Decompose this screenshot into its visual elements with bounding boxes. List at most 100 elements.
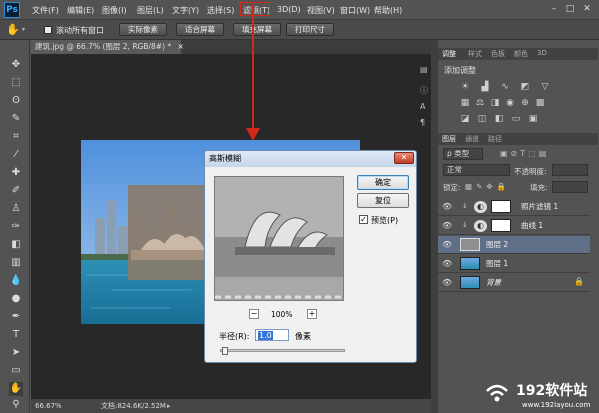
- dialog-close-icon[interactable]: ✕: [394, 152, 414, 164]
- hand-tool-icon[interactable]: ✋: [9, 382, 23, 396]
- posterize-icon[interactable]: ◫: [477, 114, 487, 124]
- properties-panel-icon[interactable]: ⓘ: [420, 85, 428, 96]
- history-panel-icon[interactable]: ▤: [420, 65, 428, 74]
- gradient-map-icon[interactable]: ▭: [511, 114, 521, 124]
- layer-row-background[interactable]: 👁 背景 🔒: [438, 274, 590, 292]
- tab-channels[interactable]: 通道: [465, 134, 479, 144]
- layer-row-layer-1[interactable]: 👁 图层 1: [438, 255, 590, 273]
- layer-filter-icons[interactable]: ▣⊘T⬚▤: [500, 149, 549, 158]
- move-tool-icon[interactable]: ✥: [9, 58, 23, 72]
- gradient-tool-icon[interactable]: ▥: [9, 256, 23, 270]
- menu-select[interactable]: 选择(S): [207, 5, 234, 16]
- path-select-tool-icon[interactable]: ➤: [9, 346, 23, 360]
- color-balance-icon[interactable]: ⚖: [475, 98, 485, 108]
- blur-tool-icon[interactable]: 💧: [9, 274, 23, 288]
- visibility-eye-icon[interactable]: 👁: [442, 240, 452, 249]
- shape-tool-icon[interactable]: ▭: [9, 364, 23, 378]
- brush-tool-icon[interactable]: ✐: [9, 184, 23, 198]
- menu-image[interactable]: 图像(I): [102, 5, 127, 16]
- layer-thumb: [460, 238, 480, 251]
- layer-name: 背景: [486, 278, 501, 287]
- preview-checkbox[interactable]: ✓: [359, 215, 368, 224]
- print-size-button[interactable]: 打印尺寸: [286, 23, 334, 36]
- type-tool-icon[interactable]: T: [9, 328, 23, 342]
- visibility-eye-icon[interactable]: 👁: [442, 259, 452, 268]
- document-tab[interactable]: 建筑.jpg @ 66.7% (图层 2, RGB/8#) * ×: [31, 40, 184, 54]
- brightness-icon[interactable]: ☀: [460, 82, 470, 92]
- black-white-icon[interactable]: ◨: [490, 98, 500, 108]
- curves-icon[interactable]: ∿: [500, 82, 510, 92]
- fit-screen-button[interactable]: 适合屏幕: [176, 23, 224, 36]
- opacity-field[interactable]: [552, 164, 588, 176]
- visibility-eye-icon[interactable]: 👁: [442, 278, 452, 287]
- close-window-icon[interactable]: ✕: [581, 4, 593, 15]
- vibrance-icon[interactable]: ▽: [540, 82, 550, 92]
- tab-layers[interactable]: 图层: [442, 134, 456, 144]
- scroll-all-windows-checkbox[interactable]: [44, 26, 52, 34]
- menu-window[interactable]: 窗口(W): [340, 5, 370, 16]
- invert-icon[interactable]: ◪: [460, 114, 470, 124]
- blend-mode-select[interactable]: 正常: [443, 164, 510, 176]
- quick-select-tool-icon[interactable]: ✎: [9, 112, 23, 126]
- menu-edit[interactable]: 编辑(E): [67, 5, 94, 16]
- eyedropper-tool-icon[interactable]: ⁄: [9, 148, 23, 162]
- hue-saturation-icon[interactable]: ▦: [460, 98, 470, 108]
- tab-paths[interactable]: 路径: [488, 134, 502, 144]
- crop-tool-icon[interactable]: ⌗: [9, 130, 23, 144]
- photo-filter-icon[interactable]: ◉: [505, 98, 515, 108]
- tab-adjustments[interactable]: 调整: [442, 49, 456, 59]
- selective-color-icon[interactable]: ▣: [528, 114, 538, 124]
- layer-row-layer-2[interactable]: 👁 图层 2: [438, 236, 590, 254]
- clone-stamp-tool-icon[interactable]: ♙: [9, 202, 23, 216]
- marquee-tool-icon[interactable]: ⬚: [9, 76, 23, 90]
- dodge-tool-icon[interactable]: ●: [9, 292, 23, 306]
- reset-button[interactable]: 复位: [357, 193, 409, 208]
- actual-pixels-button[interactable]: 实际像素: [119, 23, 167, 36]
- threshold-icon[interactable]: ◧: [494, 114, 504, 124]
- channel-mixer-icon[interactable]: ⊕: [520, 98, 530, 108]
- ok-button[interactable]: 确定: [357, 175, 409, 190]
- menu-view[interactable]: 视图(V): [307, 5, 335, 16]
- radius-input[interactable]: 1.0: [255, 329, 289, 341]
- color-lookup-icon[interactable]: ▩: [535, 98, 545, 108]
- exposure-icon[interactable]: ◩: [520, 82, 530, 92]
- tab-styles[interactable]: 样式: [468, 49, 482, 59]
- character-panel-icon[interactable]: A: [420, 102, 425, 111]
- radius-slider-handle[interactable]: [222, 347, 228, 355]
- menu-file[interactable]: 文件(F): [32, 5, 59, 16]
- visibility-eye-icon[interactable]: 👁: [442, 202, 452, 211]
- zoom-level[interactable]: 66.67%: [35, 399, 62, 413]
- healing-brush-tool-icon[interactable]: ✚: [9, 166, 23, 180]
- minimize-icon[interactable]: –: [548, 4, 560, 15]
- zoom-in-icon[interactable]: +: [307, 309, 317, 319]
- pen-tool-icon[interactable]: ✒: [9, 310, 23, 324]
- menu-type[interactable]: 文字(Y): [172, 5, 199, 16]
- blur-preview[interactable]: [214, 176, 344, 301]
- history-brush-tool-icon[interactable]: ✑: [9, 220, 23, 234]
- radius-slider-track[interactable]: [220, 349, 345, 352]
- tab-3d[interactable]: 3D: [537, 49, 547, 57]
- visibility-eye-icon[interactable]: 👁: [442, 221, 452, 230]
- close-tab-icon[interactable]: ×: [178, 42, 184, 51]
- hand-tool-icon[interactable]: ✋: [6, 23, 20, 36]
- layer-row-photo-filter[interactable]: 👁 ↓ ◐ 照片滤镜 1: [438, 198, 590, 216]
- menu-layer[interactable]: 图层(L): [137, 5, 164, 16]
- tool-preset-chevron-icon[interactable]: ▾: [22, 26, 25, 33]
- menu-help[interactable]: 帮助(H): [374, 5, 402, 16]
- lasso-tool-icon[interactable]: ʘ: [9, 94, 23, 108]
- eraser-tool-icon[interactable]: ◧: [9, 238, 23, 252]
- fill-field[interactable]: [552, 181, 588, 193]
- lock-icons[interactable]: ▩✎✥🔒: [465, 182, 510, 191]
- status-menu-arrow-icon[interactable]: ▸: [167, 399, 171, 413]
- menu-3d[interactable]: 3D(D): [277, 5, 301, 14]
- zoom-out-icon[interactable]: −: [249, 309, 259, 319]
- layer-row-curves[interactable]: 👁 ↓ ◐ 曲线 1: [438, 217, 590, 235]
- filter-menu-highlight: [240, 2, 270, 16]
- tab-swatches[interactable]: 色板: [491, 49, 505, 59]
- layer-kind-filter[interactable]: ρ 类型: [443, 148, 483, 160]
- tab-color[interactable]: 颜色: [514, 49, 528, 59]
- paragraph-panel-icon[interactable]: ¶: [420, 118, 425, 127]
- zoom-tool-icon[interactable]: ⚲: [9, 398, 23, 412]
- levels-icon[interactable]: ▟: [480, 82, 490, 92]
- maximize-icon[interactable]: □: [564, 4, 576, 15]
